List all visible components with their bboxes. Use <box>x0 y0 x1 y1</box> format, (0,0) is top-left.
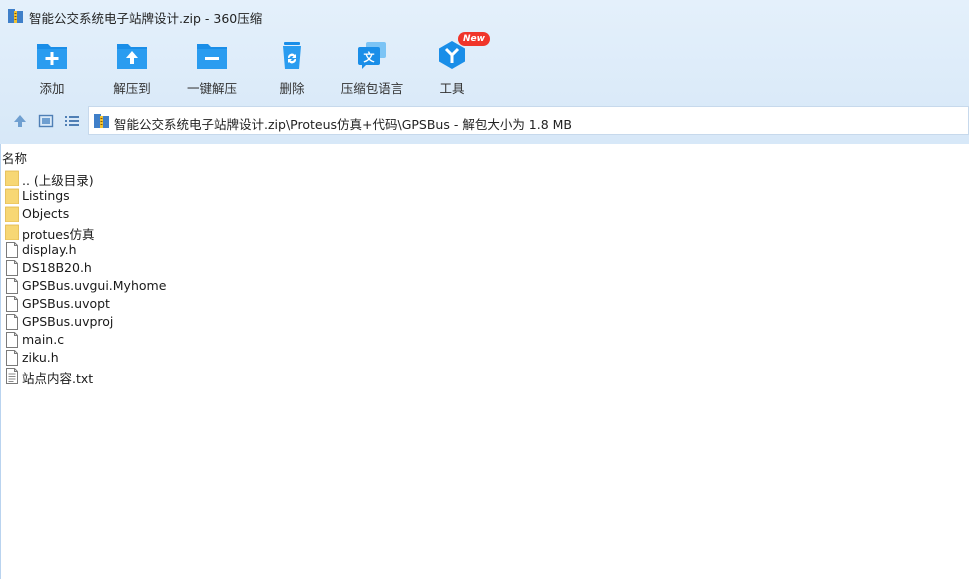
file-row[interactable]: protues仿真 <box>5 223 405 242</box>
file-icon <box>5 314 19 330</box>
one-click-extract-button[interactable]: 一键解压 <box>172 36 252 96</box>
delete-icon <box>283 42 301 69</box>
file-icon <box>5 242 19 258</box>
window-title: 智能公交系统电子站牌设计.zip - 360压缩 <box>29 11 263 26</box>
address-path: 智能公交系统电子站牌设计.zip\Proteus仿真+代码\GPSBus - 解… <box>114 117 573 132</box>
file-icon <box>5 296 19 312</box>
archive-language-button[interactable]: 文 压缩包语言 <box>332 36 412 96</box>
file-name: GPSBus.uvgui.Myhome <box>22 278 167 293</box>
file-row[interactable]: 站点内容.txt <box>5 367 405 386</box>
file-row[interactable]: ziku.h <box>5 349 405 367</box>
zip-archive-icon <box>94 114 109 128</box>
toolbar: 添加 解压到 一键解压 删除 文 压缩包语言 New 工具 <box>0 32 969 100</box>
file-name: DS18B20.h <box>22 260 92 275</box>
file-name: main.c <box>22 332 65 347</box>
file-name: 站点内容.txt <box>22 371 94 386</box>
text-file-icon <box>5 368 19 384</box>
list-view-icon[interactable] <box>64 113 80 129</box>
delete-button[interactable]: 删除 <box>252 36 332 96</box>
file-list: 名称 .. (上级目录) Listings Objects protues仿真 disp… <box>0 144 969 579</box>
svg-text:文: 文 <box>364 50 376 64</box>
delete-label: 删除 <box>279 81 305 96</box>
folder-icon <box>5 170 19 187</box>
tools-button[interactable]: New 工具 <box>412 32 492 96</box>
up-arrow-icon[interactable] <box>12 113 28 129</box>
file-row[interactable]: GPSBus.uvopt <box>5 295 405 313</box>
zip-archive-icon <box>8 9 23 23</box>
file-name: ziku.h <box>22 350 59 365</box>
window-chrome: 智能公交系统电子站牌设计.zip - 360压缩 添加 解压到 一键解压 删除 … <box>0 0 969 144</box>
tools-label: 工具 <box>439 81 465 96</box>
title-bar: 智能公交系统电子站牌设计.zip - 360压缩 <box>0 0 969 32</box>
file-icon <box>5 260 19 276</box>
file-row[interactable]: Objects <box>5 205 405 223</box>
extract-to-label: 解压到 <box>113 81 151 96</box>
file-row[interactable]: GPSBus.uvproj <box>5 313 405 331</box>
folder-icon <box>5 224 19 241</box>
archive-language-label: 压缩包语言 <box>340 81 404 96</box>
file-icon <box>5 350 19 366</box>
file-name: GPSBus.uvproj <box>22 314 114 329</box>
file-row[interactable]: display.h <box>5 241 405 259</box>
folder-icon <box>5 206 19 223</box>
file-rows: .. (上级目录) Listings Objects protues仿真 display… <box>5 169 405 386</box>
file-icon <box>5 332 19 348</box>
file-icon <box>5 278 19 294</box>
thumbnail-view-icon[interactable] <box>38 113 54 129</box>
one-click-extract-label: 一键解压 <box>186 81 237 96</box>
file-row[interactable]: DS18B20.h <box>5 259 405 277</box>
extract-to-button[interactable]: 解压到 <box>92 36 172 96</box>
file-row[interactable]: GPSBus.uvgui.Myhome <box>5 277 405 295</box>
new-badge: New <box>458 32 490 46</box>
add-label: 添加 <box>39 81 65 96</box>
file-row[interactable]: main.c <box>5 331 405 349</box>
extract-to-icon <box>117 44 147 69</box>
file-name: GPSBus.uvopt <box>22 296 110 311</box>
archive-language-icon: 文 <box>358 42 386 69</box>
folder-icon <box>5 188 19 205</box>
address-row: 智能公交系统电子站牌设计.zip\Proteus仿真+代码\GPSBus - 解… <box>0 106 969 136</box>
file-name: Objects <box>22 206 70 221</box>
file-row[interactable]: Listings <box>5 187 405 205</box>
one-click-extract-icon <box>197 44 227 69</box>
file-name: display.h <box>22 242 77 257</box>
file-name: Listings <box>22 188 70 203</box>
file-row[interactable]: .. (上级目录) <box>5 169 405 188</box>
add-button[interactable]: 添加 <box>12 36 92 96</box>
column-header-name[interactable]: 名称 <box>2 148 27 167</box>
address-bar[interactable]: 智能公交系统电子站牌设计.zip\Proteus仿真+代码\GPSBus - 解… <box>88 106 969 135</box>
add-icon <box>37 44 67 69</box>
